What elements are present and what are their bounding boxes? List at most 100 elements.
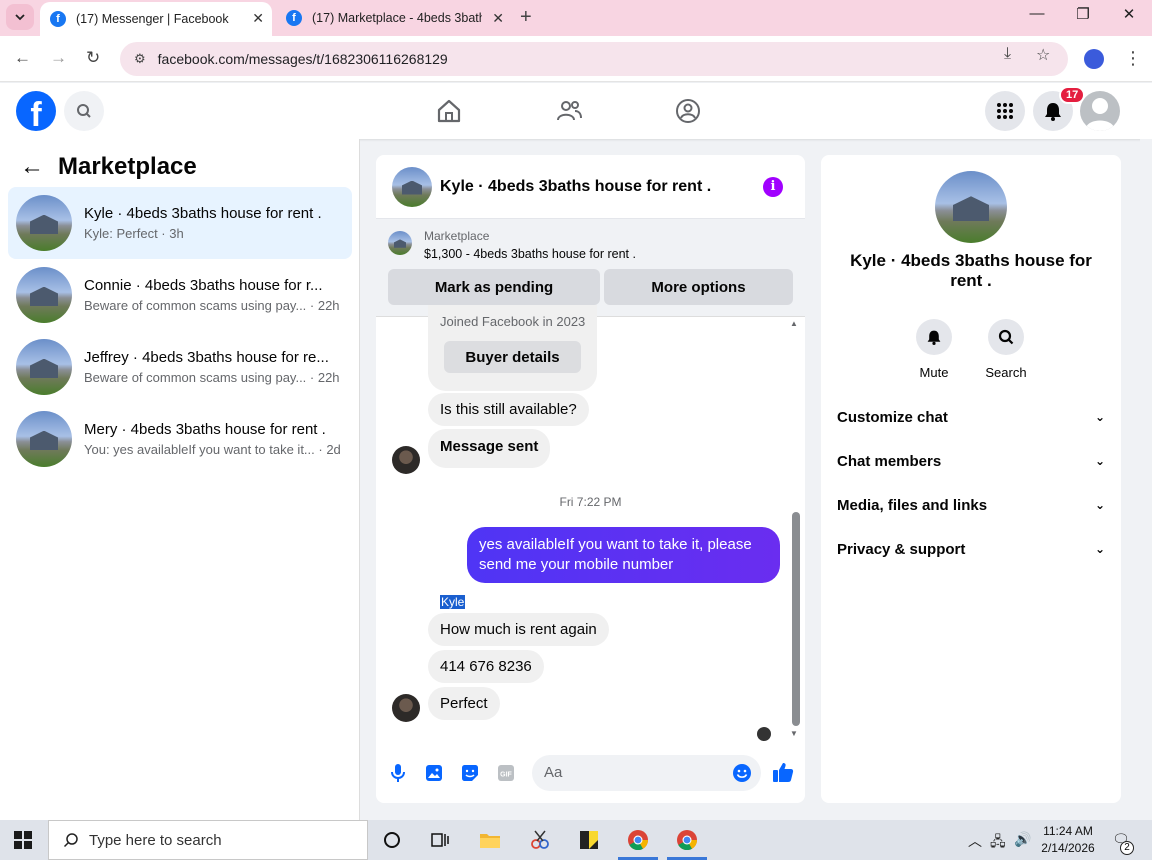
volume-icon[interactable]: 🔊 bbox=[1014, 831, 1031, 848]
thumbs-up-icon[interactable] bbox=[772, 761, 794, 783]
chat-title[interactable]: Kyle · 4beds 3baths house for rent . bbox=[440, 178, 711, 196]
incoming-message: Message sent bbox=[428, 429, 551, 468]
message-input[interactable]: Aa bbox=[532, 755, 761, 791]
system-clock[interactable]: 11:24 AM 2/14/2026 bbox=[1036, 823, 1100, 857]
friends-icon[interactable] bbox=[555, 97, 583, 125]
seen-indicator-avatar bbox=[757, 727, 771, 741]
bookmark-star-icon[interactable]: ☆ bbox=[1036, 45, 1050, 65]
buyer-details-button[interactable]: Buyer details bbox=[444, 341, 581, 373]
chevron-down-icon: ⌄ bbox=[1094, 454, 1105, 468]
message-timestamp: Fri 7:22 PM bbox=[559, 495, 622, 509]
account-avatar[interactable] bbox=[1080, 91, 1120, 131]
taskbar-search-box[interactable]: Type here to search bbox=[48, 820, 368, 860]
listing-thumbnail bbox=[16, 267, 72, 323]
gif-icon[interactable]: GIF bbox=[496, 763, 516, 783]
snipping-tool-icon[interactable] bbox=[528, 828, 552, 852]
photo-icon[interactable] bbox=[424, 763, 444, 783]
install-app-icon[interactable]: ⤓ bbox=[1004, 45, 1011, 63]
network-icon[interactable]: 🖧 bbox=[990, 831, 1006, 855]
chrome-profile-icon[interactable] bbox=[675, 828, 699, 852]
page-scrollbar[interactable] bbox=[1140, 139, 1152, 820]
file-explorer-icon[interactable] bbox=[478, 828, 502, 852]
chat-members-row[interactable]: Chat members ⌄ bbox=[837, 449, 1105, 473]
outgoing-message: yes availableIf you want to take it, ple… bbox=[467, 527, 780, 583]
show-hidden-icons-icon[interactable]: ︿ bbox=[968, 831, 982, 851]
buyer-info-card: Joined Facebook in 2023 Buyer details bbox=[428, 305, 597, 391]
conversation-item[interactable]: Kyle · 4beds 3baths house for rent . Kyl… bbox=[8, 187, 352, 259]
task-view-icon[interactable] bbox=[428, 828, 452, 852]
contact-name: Kyle · 4beds 3baths house for rent . bbox=[850, 251, 1092, 290]
conversation-item[interactable]: Connie · 4beds 3baths house for r... Bew… bbox=[8, 259, 352, 331]
conversation-list-pane: ← Marketplace Kyle · 4beds 3baths house … bbox=[0, 139, 360, 820]
search-icon bbox=[77, 104, 91, 118]
row-label: Chat members bbox=[837, 452, 942, 470]
mute-button[interactable]: Mute bbox=[904, 319, 964, 380]
tab-search-button[interactable] bbox=[6, 4, 34, 30]
groups-icon[interactable] bbox=[674, 97, 702, 125]
facebook-favicon-icon: f bbox=[286, 10, 302, 26]
listing-price[interactable]: $1,300 - 4beds 3baths house for rent . bbox=[424, 247, 636, 261]
minimize-icon[interactable]: — bbox=[1022, 5, 1052, 22]
listing-thumbnail bbox=[16, 339, 72, 395]
browser-toolbar: ← → ↻ ⚙ facebook.com/messages/t/16823061… bbox=[0, 36, 1152, 82]
pane-title: Marketplace bbox=[58, 153, 197, 180]
chat-scrollbar[interactable] bbox=[792, 512, 800, 726]
back-arrow-icon[interactable]: ← bbox=[20, 153, 44, 181]
restore-icon[interactable]: ❐ bbox=[1068, 5, 1098, 23]
window-close-icon[interactable]: ✕ bbox=[1114, 5, 1144, 23]
more-options-button[interactable]: More options bbox=[604, 269, 793, 305]
sticker-icon[interactable] bbox=[460, 763, 480, 783]
home-icon[interactable] bbox=[435, 97, 463, 125]
cortana-icon[interactable] bbox=[380, 828, 404, 852]
row-label: Media, files and links bbox=[837, 496, 988, 514]
sender-avatar[interactable] bbox=[392, 446, 420, 474]
reload-icon[interactable]: ↻ bbox=[86, 48, 100, 68]
customize-chat-row[interactable]: Customize chat ⌄ bbox=[837, 405, 1105, 429]
conversation-name: Mery · 4beds 3baths house for rent . bbox=[84, 421, 326, 438]
tab-marketplace[interactable]: f (17) Marketplace - 4beds 3bath ✕ bbox=[276, 2, 512, 34]
search-in-chat-button[interactable]: Search bbox=[976, 319, 1036, 380]
tab-messenger[interactable]: f (17) Messenger | Facebook ✕ bbox=[40, 2, 272, 36]
chevron-down-icon: ⌄ bbox=[1094, 542, 1105, 556]
chrome-icon[interactable] bbox=[626, 828, 650, 852]
incoming-message: Is this still available? bbox=[428, 393, 589, 426]
tab-title: (17) Marketplace - 4beds 3bath bbox=[312, 11, 482, 25]
chevron-down-icon bbox=[15, 14, 25, 21]
conversation-item[interactable]: Jeffrey · 4beds 3baths house for re... B… bbox=[8, 331, 352, 403]
conversation-item[interactable]: Mery · 4beds 3baths house for rent . You… bbox=[8, 403, 352, 475]
forward-arrow-icon[interactable]: → bbox=[50, 48, 67, 68]
emoji-icon[interactable] bbox=[732, 763, 752, 783]
sender-name-label: Kyle bbox=[440, 595, 466, 609]
sender-avatar[interactable] bbox=[392, 694, 420, 722]
close-tab-icon[interactable]: ✕ bbox=[492, 10, 504, 27]
fb-search-button[interactable] bbox=[64, 91, 104, 131]
address-bar[interactable]: ⚙ facebook.com/messages/t/16823061162681… bbox=[120, 42, 1068, 76]
menu-grid-button[interactable] bbox=[985, 91, 1025, 131]
mute-label: Mute bbox=[919, 365, 949, 380]
mark-as-pending-button[interactable]: Mark as pending bbox=[388, 269, 600, 305]
media-files-links-row[interactable]: Media, files and links ⌄ bbox=[837, 493, 1105, 517]
scroll-up-arrow-icon[interactable]: ▲ bbox=[790, 319, 798, 328]
bell-icon bbox=[927, 330, 941, 345]
message-composer: GIF Aa bbox=[376, 751, 805, 803]
browser-profile-icon[interactable] bbox=[1084, 49, 1104, 69]
scroll-down-arrow-icon[interactable]: ▼ bbox=[790, 729, 798, 738]
site-info-icon[interactable]: ⚙ bbox=[134, 51, 146, 67]
conversation-preview: Beware of common scams using pay... · 22… bbox=[84, 298, 340, 313]
chat-window: Kyle · 4beds 3baths house for rent . i M… bbox=[376, 155, 805, 803]
browser-menu-icon[interactable]: ⋮ bbox=[1124, 48, 1142, 69]
microphone-icon[interactable] bbox=[388, 763, 408, 783]
notification-badge: 17 bbox=[1059, 86, 1086, 104]
windows-start-icon[interactable] bbox=[14, 831, 32, 849]
sticky-notes-icon[interactable] bbox=[577, 828, 601, 852]
conversation-preview: You: yes availableIf you want to take it… bbox=[84, 442, 341, 457]
info-icon[interactable]: i bbox=[763, 177, 783, 197]
listing-thumbnail[interactable] bbox=[392, 166, 432, 207]
facebook-logo-icon[interactable]: f bbox=[16, 91, 56, 131]
privacy-support-row[interactable]: Privacy & support ⌄ bbox=[837, 537, 1105, 561]
joined-text: Joined Facebook in 2023 bbox=[440, 314, 586, 329]
new-tab-icon[interactable]: + bbox=[520, 6, 532, 29]
incoming-message: 414 676 8236 bbox=[428, 650, 544, 683]
back-arrow-icon[interactable]: ← bbox=[14, 48, 31, 68]
close-tab-icon[interactable]: ✕ bbox=[252, 10, 264, 27]
